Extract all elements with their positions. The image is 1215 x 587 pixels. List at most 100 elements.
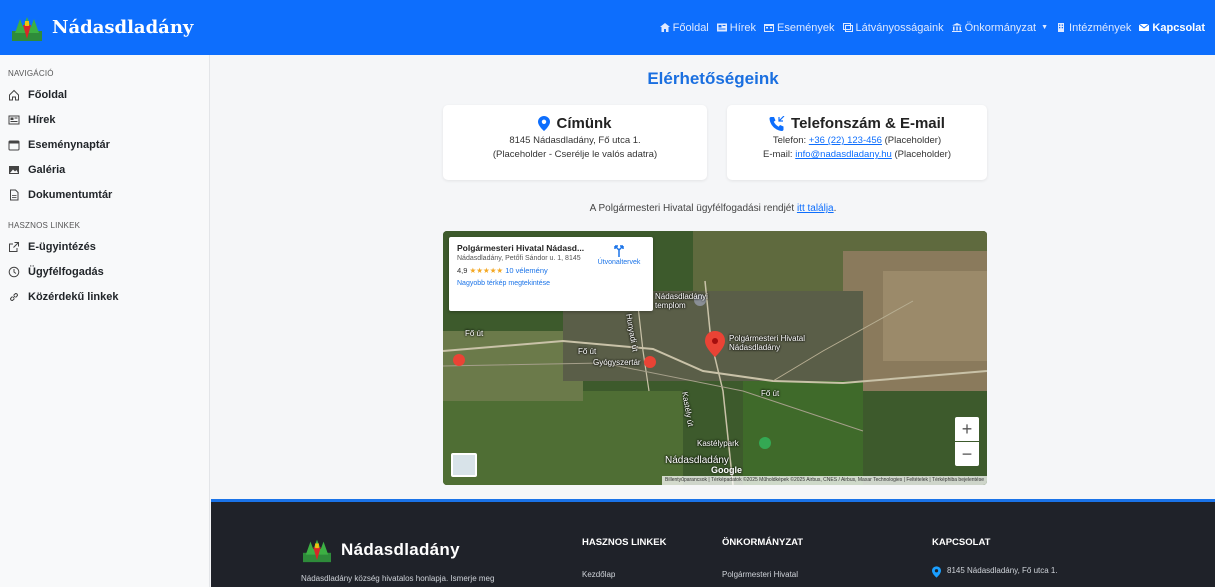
directions-label: Útvonaltervek [597,259,641,266]
address-card-title-text: Címünk [556,115,612,132]
sidebar-item-esemenynaptar[interactable]: Eseménynaptár [8,132,209,157]
map-label-fo-ut-west: Fő út [465,329,484,338]
rating-value: 4,9 [457,265,468,275]
link-icon [10,292,18,301]
office-hours-note: A Polgármesteri Hivatal ügyfélfogadási r… [211,203,1215,214]
sidebar-item-label: Ügyfélfogadás [28,265,104,278]
sidebar-item-ugyfelfogadas[interactable]: Ügyfélfogadás [8,259,209,284]
file-icon [10,189,19,200]
email-link[interactable]: info@nadasdladany.hu [795,149,892,160]
brand-link[interactable]: Nádasdladány [10,13,193,43]
email-prefix: E-mail: [763,149,796,160]
address-line: 8145 Nádasdladány, Fő utca 1. [509,135,641,146]
nav-onkormanyzat-dropdown[interactable]: Önkormányzat ▼ [951,21,1049,34]
top-navbar: Nádasdladány Főoldal Hírek Események Lát… [0,0,1215,55]
place-name: Polgármesteri Hivatal Nádasd... [457,243,585,253]
external-link-icon [9,241,19,252]
map-pin-icon [538,116,551,131]
nav-hirek[interactable]: Hírek [716,22,756,34]
phone-email-card: Telefonszám & E-mail Telefon: +36 (22) 1… [727,105,987,180]
map-attribution[interactable]: Billentyűparancsok | Térképadatok ©2025 … [662,476,987,485]
sidebar-item-fooldal[interactable]: Főoldal [8,82,209,107]
images-icon [842,23,853,32]
clock-icon [8,266,20,277]
footer-address-text: 8145 Nádasdladány, Fő utca 1. [947,566,1058,575]
place-address: Nádasdladány, Petőfi Sándor u. 1, 8145 [457,255,581,262]
reviews-link[interactable]: 10 vélemény [505,266,548,275]
footer-col-government: Önkormányzat Polgármesteri Hivatal [722,537,803,579]
nav-label: Önkormányzat [964,21,1037,34]
building-icon [1058,23,1065,32]
footer-description: Nádasdladány község hivatalos honlapja. … [301,574,495,583]
zoom-in-button[interactable]: + [955,417,979,441]
sidebar-item-e-ugyintezes[interactable]: E-ügyintézés [8,234,209,259]
nav-fooldal[interactable]: Főoldal [659,21,709,34]
calendar-icon [764,24,775,32]
email-suffix: (Placeholder) [891,149,951,160]
zoom-out-button[interactable]: − [955,442,979,466]
sidebar-item-kozerdeku-linkek[interactable]: Közérdekű linkek [8,284,209,309]
directions-icon [614,245,624,257]
calendar-icon [8,140,20,150]
newspaper-icon [8,115,20,124]
footer: Nádasdladány Nádasdladány község hivatal… [211,499,1215,587]
directions-button[interactable]: Útvonaltervek [591,245,647,266]
map-label-park: Kastélypark [697,439,739,448]
page-title: Elérhetőségeink [647,69,779,88]
nav-kapcsolat[interactable]: Kapcsolat [1139,22,1205,34]
sidebar-item-label: Dokumentumtár [28,188,113,201]
sidebar-item-hirek[interactable]: Hírek [8,107,209,132]
sidebar-heading-useful-links: Hasznos linkek [8,221,81,230]
map-label-fo-ut-east: Fő út [761,389,780,398]
coat-of-arms-logo-icon [303,539,331,563]
sidebar-item-label: Galéria [28,163,66,176]
house-icon [9,89,19,100]
phone-suffix: (Placeholder) [881,135,942,146]
address-card: Címünk 8145 Nádasdladány, Fő utca 1. (Pl… [443,105,707,180]
footer-col-useful-links: Hasznos linkek Kezdőlap [582,537,666,579]
phone-line: Telefon: +36 (22) 123-456 (Placeholder) [727,135,987,146]
sidebar-item-label: Eseménynaptár [28,138,110,151]
home-icon [659,23,670,32]
nav-latvanyossagaink[interactable]: Látványosságaink [842,21,944,34]
office-hours-link[interactable]: itt találja [797,203,834,214]
google-map-embed[interactable]: Nádasdladányi templom Polgármesteri Hiva… [443,231,987,485]
nav-esemenyek[interactable]: Események [764,22,835,34]
map-label-fo-ut-center: Fő út [578,347,597,356]
envelope-icon [1139,23,1150,31]
phone-card-title-text: Telefonszám & E-mail [791,115,945,132]
sidebar: Navigáció Főoldal Hírek Eseménynaptár Ga… [0,55,210,587]
google-logo: Google [711,465,742,475]
place-info-card: Polgármesteri Hivatal Nádasd... Nádasdla… [449,237,653,311]
footer-link-mayors-office[interactable]: Polgármesteri Hivatal [722,570,803,579]
footer-link-home[interactable]: Kezdőlap [582,570,666,579]
map-label-pharmacy: Gyógyszertár [593,358,641,367]
footer-col-title: Kapcsolat [932,537,991,548]
footer-brand[interactable]: Nádasdladány [301,536,460,564]
bank-icon [951,23,962,32]
map-pin-icon [932,566,941,578]
chevron-down-icon: ▼ [1041,24,1049,31]
phone-card-title: Telefonszám & E-mail [727,115,987,132]
newspaper-icon [716,23,727,32]
main-content: Elérhetőségeink Címünk 8145 Nádasdladány… [211,55,1215,499]
nav-label: Intézmények [1069,21,1132,34]
nav-intezmenyek[interactable]: Intézmények [1056,22,1131,34]
image-icon [9,165,19,174]
bigger-map-link[interactable]: Nagyobb térkép megtekintése [457,280,645,287]
sidebar-item-label: Hírek [28,113,56,126]
sidebar-item-label: Főoldal [28,88,68,101]
phone-prefix: Telefon: [772,135,809,146]
nav-label: Látványosságaink [855,21,944,34]
sidebar-item-dokumentumtar[interactable]: Dokumentumtár [8,182,209,207]
footer-col-title: Hasznos linkek [582,537,667,548]
footer-col-title: Önkormányzat [722,537,804,548]
place-rating: 4,9 ★★★★★ 10 vélemény [457,266,645,275]
map-type-toggle[interactable] [451,453,477,477]
phone-link[interactable]: +36 (22) 123-456 [809,135,882,146]
map-label-church: Nádasdladányi templom [655,292,708,310]
hours-suffix: . [833,203,837,214]
sidebar-item-galeria[interactable]: Galéria [8,157,209,182]
sidebar-item-label: E-ügyintézés [28,240,96,253]
nav-label: Főoldal [672,21,709,34]
